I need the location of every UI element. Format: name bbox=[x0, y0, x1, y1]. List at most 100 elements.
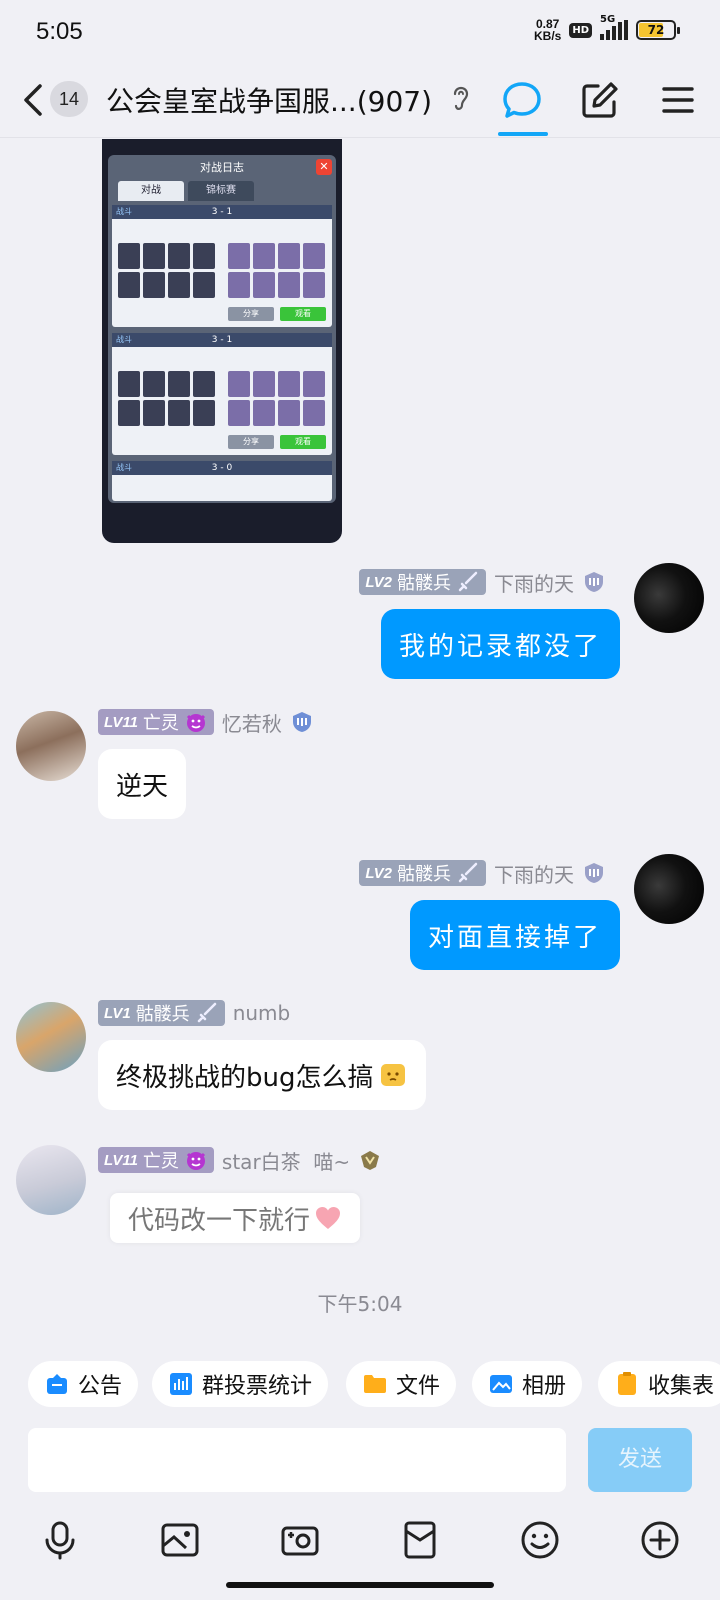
net-speed-unit: KB/s bbox=[533, 29, 562, 43]
avatar[interactable] bbox=[16, 1002, 86, 1072]
message-bubble[interactable]: 逆天 bbox=[98, 749, 187, 819]
close-icon: ✕ bbox=[316, 159, 332, 175]
emoji-icon bbox=[380, 1064, 405, 1086]
level-badge: LV2 骷髅兵 bbox=[359, 860, 486, 886]
level-badge: LV2 骷髅兵 bbox=[359, 569, 486, 595]
level-label: LV2 bbox=[365, 573, 392, 591]
camera-icon[interactable] bbox=[278, 1518, 322, 1562]
hd-icon: HD bbox=[569, 22, 592, 38]
unread-count-badge[interactable]: 14 bbox=[50, 81, 88, 117]
message-incoming: LV11 亡灵 star白茶 喵~ 代码改一下就行 bbox=[0, 1143, 720, 1263]
guild-badge-icon bbox=[292, 712, 311, 732]
folder-icon bbox=[364, 1375, 386, 1393]
battle-card: 战斗 3 - 0 bbox=[112, 461, 332, 501]
sender-meta: LV2 骷髅兵 下雨的天 bbox=[359, 568, 606, 597]
sender-nickname[interactable]: 下雨的天 bbox=[494, 568, 574, 597]
heart-icon bbox=[316, 1207, 341, 1229]
level-badge: LV1 骷髅兵 bbox=[98, 1000, 225, 1026]
home-indicator[interactable] bbox=[226, 1582, 494, 1588]
network-label: 5G bbox=[600, 14, 616, 25]
message-timestamp: 下午5:04 bbox=[317, 1292, 403, 1316]
red-packet-icon[interactable] bbox=[398, 1518, 442, 1562]
sender-meta: LV11 亡灵 忆若秋 bbox=[98, 708, 314, 737]
sender-meta: LV2 骷髅兵 下雨的天 bbox=[359, 859, 606, 888]
bar-chart-icon bbox=[170, 1373, 192, 1395]
sender-meta: LV1 骷髅兵 numb bbox=[98, 1000, 290, 1026]
clipboard-icon bbox=[618, 1372, 636, 1395]
vote-stats-chip[interactable]: 群投票统计 bbox=[152, 1361, 329, 1407]
files-chip[interactable]: 文件 bbox=[346, 1361, 457, 1407]
battle-log-title: 对战日志 bbox=[200, 161, 244, 174]
album-chip[interactable]: 相册 bbox=[472, 1361, 583, 1407]
announcement-icon bbox=[47, 1374, 67, 1394]
signal-icon: 5G bbox=[600, 14, 628, 40]
sender-nickname[interactable]: 忆若秋 bbox=[222, 708, 282, 737]
collection-form-label: 收集表 bbox=[648, 1374, 715, 1399]
battle-card: 战斗 3 - 1 分享 观看 bbox=[112, 333, 332, 455]
share-button: 分享 bbox=[228, 435, 274, 449]
message-outgoing: LV2 骷髅兵 下雨的天 对面直接掉了 bbox=[0, 854, 720, 974]
group-title[interactable]: 公会皇室战争国服...(907) bbox=[106, 80, 432, 120]
avatar[interactable] bbox=[634, 563, 704, 633]
battery-level: 72 bbox=[647, 23, 665, 37]
level-label: LV2 bbox=[365, 864, 392, 882]
microphone-icon[interactable] bbox=[38, 1518, 82, 1562]
avatar[interactable] bbox=[16, 711, 86, 781]
battery-icon: 72 bbox=[636, 20, 680, 40]
battle-tag: 战斗 bbox=[116, 335, 132, 344]
sword-icon bbox=[458, 862, 478, 883]
back-icon[interactable] bbox=[20, 80, 44, 120]
message-bubble[interactable]: 终极挑战的bug怎么搞 bbox=[98, 1040, 426, 1110]
input-action-bar bbox=[0, 1510, 720, 1570]
level-label: LV11 bbox=[104, 1151, 138, 1169]
status-bar: 5:05 0.87 KB/s HD 5G 72 bbox=[0, 0, 720, 66]
share-button: 分享 bbox=[228, 307, 274, 321]
album-icon bbox=[490, 1375, 512, 1393]
battle-score: 3 - 1 bbox=[211, 207, 233, 217]
edit-icon[interactable] bbox=[578, 78, 622, 122]
message-incoming: LV1 骷髅兵 numb 终极挑战的bug怎么搞 bbox=[0, 996, 720, 1122]
message-text: 代码改一下就行 bbox=[128, 1205, 311, 1236]
title-label: 亡灵 bbox=[142, 1151, 179, 1172]
collection-form-chip[interactable]: 收集表 bbox=[598, 1361, 720, 1407]
chat-message-list[interactable]: 对战日志 ✕ 对战 锦标赛 战斗 3 - 1 分享 观看 战斗 3 - 1 分享 观… bbox=[0, 139, 720, 1355]
plus-icon[interactable] bbox=[638, 1518, 682, 1562]
message-bubble[interactable]: 对面直接掉了 bbox=[409, 900, 620, 970]
avatar[interactable] bbox=[634, 854, 704, 924]
guild-badge-icon bbox=[585, 863, 603, 883]
sender-nickname[interactable]: 下雨的天 bbox=[494, 859, 574, 888]
announcement-chip[interactable]: 公告 bbox=[28, 1361, 139, 1407]
watch-button: 观看 bbox=[280, 435, 326, 449]
status-time: 5:05 bbox=[36, 18, 83, 45]
message-text: 终极挑战的bug怎么搞 bbox=[116, 1062, 374, 1093]
sender-nickname[interactable]: star白茶 喵~ bbox=[222, 1146, 350, 1175]
quick-tools-bar: 公告 群投票统计 文件 相册 收集表 bbox=[0, 1361, 720, 1407]
message-bubble[interactable]: 代码改一下就行 bbox=[110, 1193, 361, 1243]
message-input[interactable] bbox=[28, 1428, 566, 1492]
chat-bubble-icon[interactable] bbox=[500, 78, 544, 122]
devil-icon bbox=[186, 714, 205, 732]
battle-score: 3 - 1 bbox=[211, 335, 233, 345]
emoji-picker-icon[interactable] bbox=[518, 1518, 562, 1562]
net-speed: 0.87 KB/s bbox=[534, 18, 561, 42]
image-message[interactable]: 对战日志 ✕ 对战 锦标赛 战斗 3 - 1 分享 观看 战斗 3 - 1 分享 观… bbox=[102, 139, 342, 543]
announcement-label: 公告 bbox=[78, 1374, 123, 1399]
message-incoming: LV11 亡灵 忆若秋 逆天 bbox=[0, 705, 720, 825]
battle-log-tabs: 对战 锦标赛 bbox=[118, 181, 254, 201]
image-icon[interactable] bbox=[158, 1518, 202, 1562]
tab-tournament: 锦标赛 bbox=[188, 181, 254, 201]
battle-card: 战斗 3 - 1 分享 观看 bbox=[112, 205, 332, 327]
level-label: LV11 bbox=[104, 713, 138, 731]
sender-meta: LV11 亡灵 star白茶 喵~ bbox=[98, 1146, 382, 1175]
guild-badge-icon bbox=[585, 572, 603, 592]
sword-icon bbox=[458, 571, 478, 592]
avatar[interactable] bbox=[16, 1145, 86, 1215]
title-label: 骷髅兵 bbox=[397, 864, 451, 885]
level-badge: LV11 亡灵 bbox=[98, 1147, 214, 1173]
sender-nickname[interactable]: numb bbox=[233, 1001, 291, 1025]
send-button[interactable]: 发送 bbox=[588, 1428, 692, 1492]
menu-icon[interactable] bbox=[656, 78, 700, 122]
message-bubble[interactable]: 我的记录都没了 bbox=[380, 609, 620, 679]
sword-icon bbox=[197, 1002, 216, 1023]
status-icons: 0.87 KB/s HD 5G 72 bbox=[534, 14, 680, 42]
